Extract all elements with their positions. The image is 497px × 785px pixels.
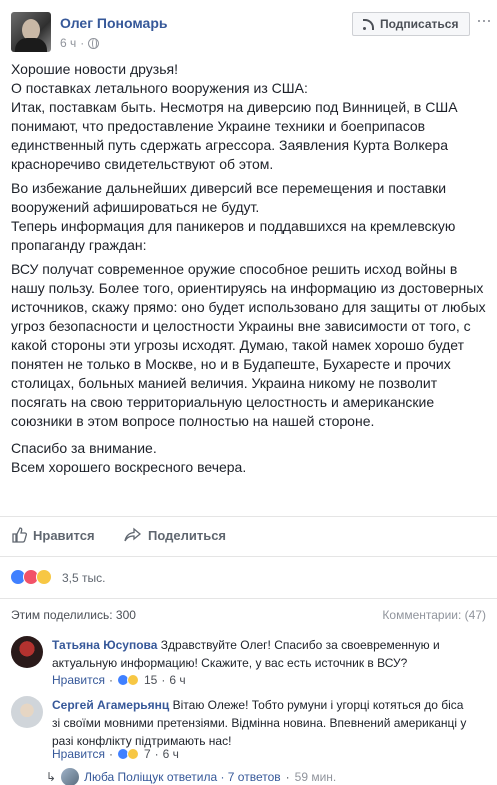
comment-like-link[interactable]: Нравится [52, 673, 105, 687]
comment-text-block: Сергей Агамерьянц Вітаю Олеже! Тобто рум… [52, 696, 472, 750]
sad-reaction-icon [126, 748, 139, 760]
post-body: Хорошие новости друзья! О поставках лета… [11, 60, 487, 482]
share-label: Поделиться [148, 527, 227, 543]
comment-reaction-count: 15 [143, 673, 158, 687]
comment-like-link[interactable]: Нравится [52, 747, 105, 761]
comment-reaction-icons[interactable] [116, 748, 139, 760]
comment-reaction-count: 7 [143, 747, 151, 761]
commenter-name[interactable]: Татьяна Юсупова [52, 638, 157, 652]
dot-separator: · [108, 673, 113, 687]
comment-meta: Нравится · 7 · 6 ч [52, 747, 179, 761]
post-paragraph-4: Спасибо за внимание. Всем хорошего воскр… [11, 440, 247, 475]
commenter-avatar[interactable] [11, 696, 43, 728]
post-header: Олег Пономарь 6 ч · Подписаться ··· [0, 0, 497, 56]
sad-reaction-icon [36, 569, 52, 585]
commenter-name[interactable]: Сергей Агамерьянц [52, 698, 169, 712]
dot-separator: · [80, 36, 85, 50]
author-avatar[interactable] [11, 12, 51, 52]
reply-time: 59 мин. [294, 770, 337, 784]
post-actions: Нравится Поделиться [0, 516, 497, 556]
comment-meta: Нравится · 15 · 6 ч [52, 673, 186, 687]
post-paragraph-3: ВСУ получат современное оружие способное… [11, 261, 486, 429]
dot-separator: · [161, 673, 166, 687]
author-name[interactable]: Олег Пономарь [60, 15, 167, 31]
reactions-bar[interactable]: 3,5 тыс. [0, 556, 497, 596]
replier-avatar [61, 768, 80, 785]
shares-count[interactable]: Этим поделились: 300 [11, 608, 136, 622]
subscribe-label: Подписаться [380, 17, 459, 31]
commenter-avatar[interactable] [11, 636, 43, 668]
reaction-icons [10, 569, 52, 585]
post-meta: 6 ч · [60, 36, 100, 50]
dot-separator: · [154, 747, 159, 761]
avatar-body [15, 38, 47, 52]
post-paragraph-2: Во избежание дальнейших диверсий все пер… [11, 180, 456, 253]
post-time[interactable]: 6 ч [60, 36, 76, 50]
wow-reaction-icon [126, 674, 139, 686]
reply-summary: Люба Поліщук ответила · 7 ответов [84, 770, 281, 784]
like-label: Нравится [33, 527, 95, 543]
subscribe-button[interactable]: Подписаться [352, 12, 470, 36]
dot-separator: · [108, 747, 113, 761]
post-menu-button[interactable]: ··· [476, 10, 492, 31]
reply-arrow-icon: ↳ [46, 770, 57, 784]
thumbs-up-icon [12, 527, 27, 543]
share-arrow-icon [124, 527, 142, 542]
share-stats-row: Этим поделились: 300 Комментарии: (47) [0, 598, 497, 630]
like-button[interactable]: Нравится [11, 527, 95, 543]
comment-reaction-icons[interactable] [116, 674, 139, 686]
comments-count[interactable]: Комментарии: (47) [382, 608, 486, 622]
comment-time[interactable]: 6 ч [169, 673, 185, 687]
globe-icon[interactable] [88, 37, 100, 49]
dot-separator: · [285, 770, 290, 784]
share-button[interactable]: Поделиться [124, 527, 226, 543]
reply-thread-link[interactable]: ↳ Люба Поліщук ответила · 7 ответов · 59… [46, 768, 336, 785]
comment-time[interactable]: 6 ч [163, 747, 179, 761]
rss-icon [363, 18, 374, 30]
post-paragraph-1: Хорошие новости друзья! О поставках лета… [11, 61, 458, 172]
reaction-count[interactable]: 3,5 тыс. [62, 571, 105, 585]
comment-text-block: Татьяна Юсупова Здравствуйте Олег! Спаси… [52, 636, 472, 672]
